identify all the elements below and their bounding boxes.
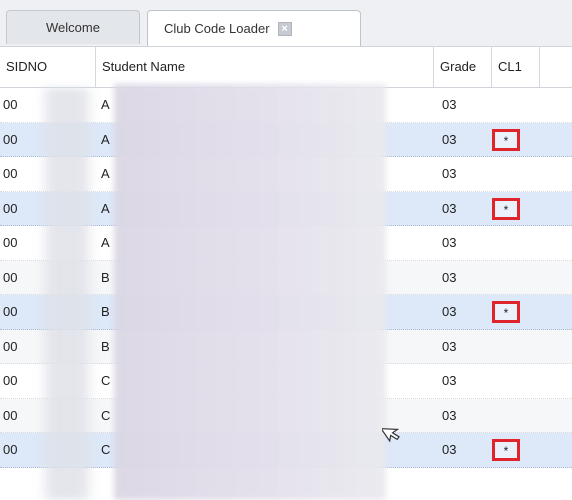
cell-grade: 03 [442, 269, 457, 285]
tab-club-code-loader[interactable]: Club Code Loader × [147, 10, 361, 46]
cell-sidno: 00 [3, 338, 18, 354]
cell-cl1[interactable] [492, 336, 520, 358]
cell-grade: 03 [442, 131, 457, 147]
cell-student-name: C [101, 373, 111, 388]
cell-sidno: 00 [3, 97, 18, 112]
cell-cl1[interactable] [492, 94, 520, 116]
cell-sidno: 00 [3, 200, 18, 216]
redacted-sidno-region [38, 88, 96, 500]
cell-grade: 03 [442, 373, 457, 388]
cell-student-name: C [101, 407, 111, 423]
cell-grade: 03 [442, 235, 457, 250]
tab-welcome[interactable]: Welcome [6, 10, 140, 44]
cell-cl1[interactable] [492, 232, 520, 254]
column-header-cl1[interactable]: CL1 [492, 47, 540, 87]
cell-cl1[interactable] [492, 405, 520, 427]
cell-sidno: 00 [3, 373, 18, 388]
cell-student-name: A [101, 97, 110, 112]
cell-student-name: B [101, 338, 110, 354]
cell-sidno: 00 [3, 407, 18, 423]
cell-sidno: 00 [3, 442, 18, 457]
cell-grade: 03 [442, 304, 457, 319]
column-header-sidno[interactable]: SIDNO [0, 47, 96, 87]
cell-student-name: C [101, 442, 111, 457]
tab-welcome-label: Welcome [46, 20, 100, 35]
cell-grade: 03 [442, 166, 457, 181]
cell-sidno: 00 [3, 304, 18, 319]
cell-sidno: 00 [3, 131, 18, 147]
cell-student-name: B [101, 269, 110, 285]
cell-sidno: 00 [3, 166, 18, 181]
cell-grade: 03 [442, 407, 457, 423]
tab-club-code-loader-label: Club Code Loader [164, 21, 270, 36]
cell-cl1[interactable] [492, 163, 520, 185]
cell-grade: 03 [442, 200, 457, 216]
cell-cl1[interactable] [492, 267, 520, 289]
cell-cl1[interactable]: * [492, 301, 520, 323]
cell-cl1[interactable]: * [492, 439, 520, 461]
cell-cl1[interactable] [492, 370, 520, 392]
cell-student-name: A [101, 200, 110, 216]
column-header-grade[interactable]: Grade [434, 47, 492, 87]
cell-cl1[interactable]: * [492, 128, 520, 151]
close-icon[interactable]: × [277, 21, 292, 36]
cell-student-name: A [101, 131, 110, 147]
redacted-name-region [114, 84, 386, 500]
cell-student-name: A [101, 235, 110, 250]
cell-student-name: A [101, 166, 110, 181]
mouse-cursor-icon [382, 427, 400, 443]
cell-cl1[interactable]: * [492, 197, 520, 220]
grid-header: SIDNO Student Name Grade CL1 [0, 47, 572, 88]
column-header-student-name[interactable]: Student Name [96, 47, 434, 87]
cell-sidno: 00 [3, 235, 18, 250]
tab-bar: Welcome Club Code Loader × [0, 0, 572, 47]
cell-grade: 03 [442, 97, 457, 112]
cell-grade: 03 [442, 442, 457, 457]
cell-student-name: B [101, 304, 110, 319]
cell-grade: 03 [442, 338, 457, 354]
cell-sidno: 00 [3, 269, 18, 285]
